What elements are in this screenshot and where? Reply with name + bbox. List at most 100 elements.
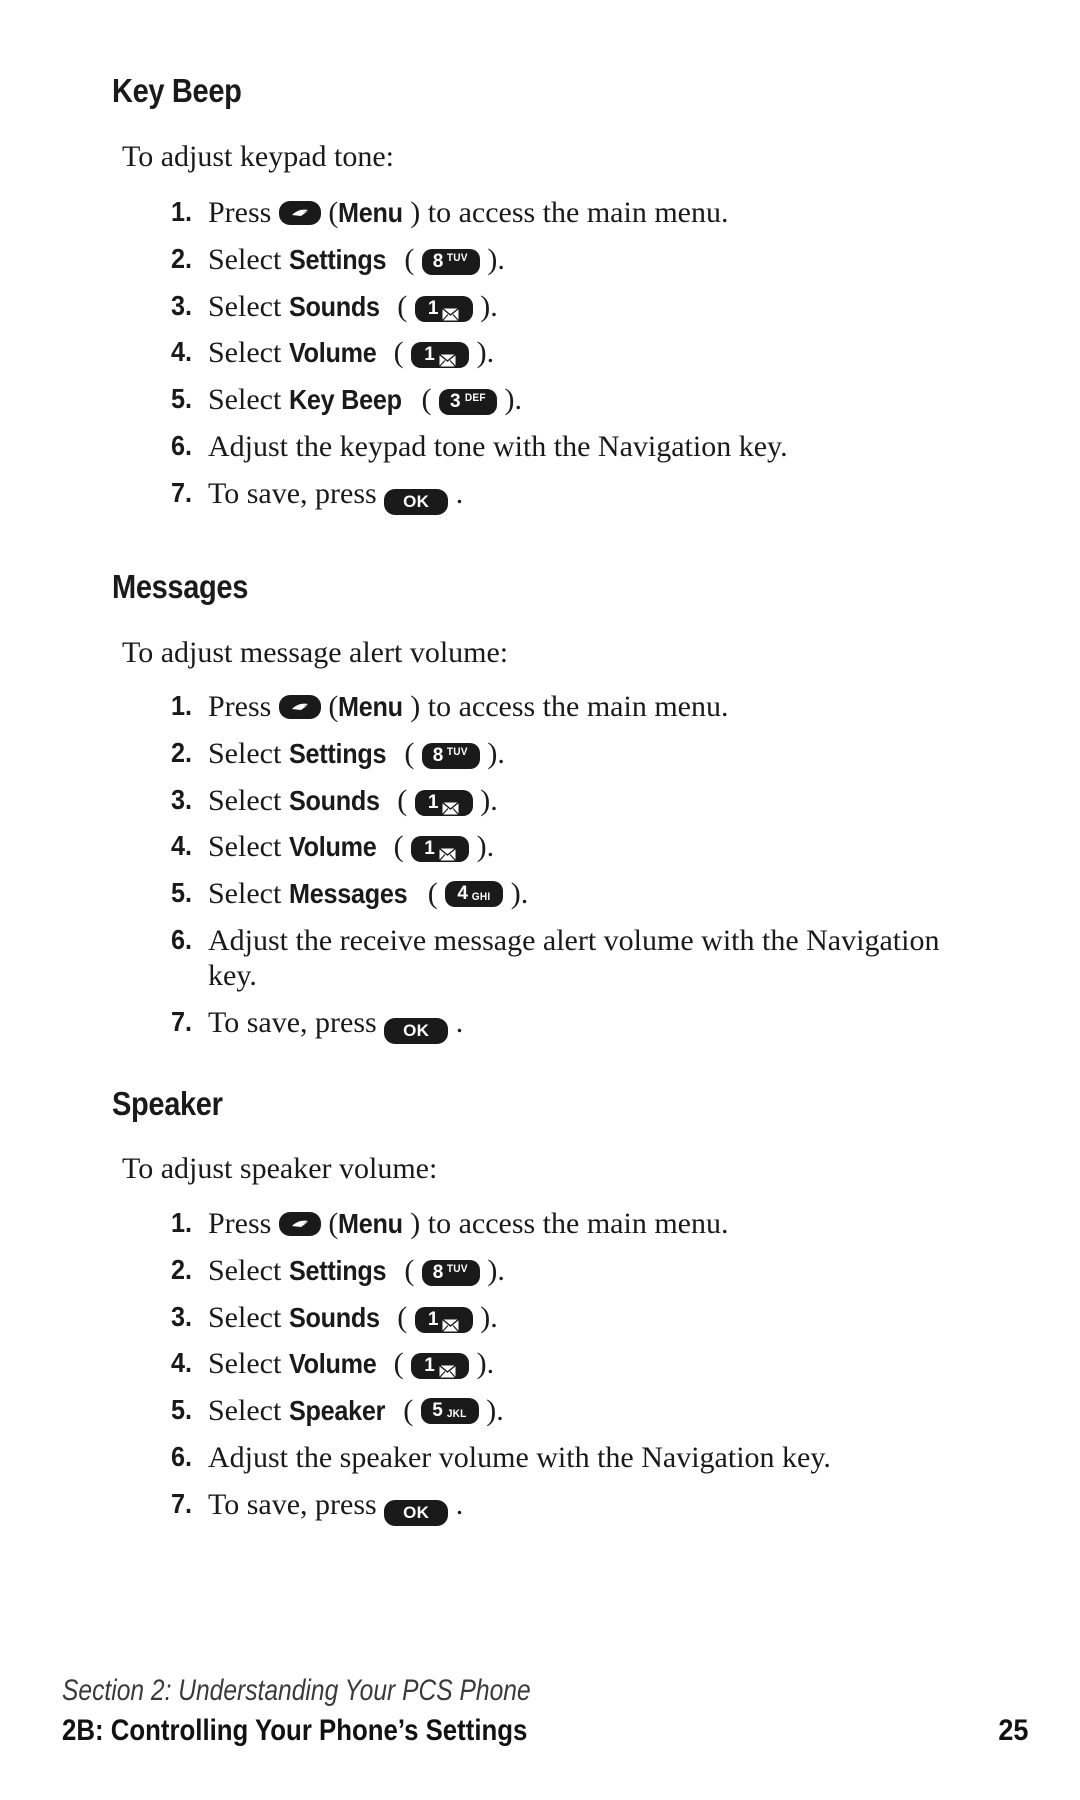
ok-key-icon: OK: [384, 488, 449, 515]
section-heading: Key Beep: [112, 72, 242, 109]
page-footer: Section 2: Understanding Your PCS Phone …: [62, 1674, 1028, 1748]
step-number: 5.: [170, 383, 192, 415]
section-heading: Messages: [112, 568, 249, 605]
paren-close: ): [472, 1300, 491, 1334]
step-text-post: .: [496, 1394, 504, 1428]
ok-key-icon: OK: [384, 1499, 449, 1526]
section-key-beep: Key Beep: [0, 72, 1080, 110]
list-item: 6. Adjust the receive message alert volu…: [150, 924, 968, 994]
paren-open: (: [386, 1347, 412, 1381]
ui-label: Menu: [338, 1208, 404, 1239]
envelope-icon: [438, 1365, 456, 1379]
paren-close: ): [472, 783, 491, 817]
step-text: Select Speaker ( 5 JKL ).: [208, 1394, 968, 1429]
ui-label: Sounds: [288, 784, 380, 816]
paren-close: ): [479, 1253, 498, 1287]
paren-open: (: [396, 242, 422, 276]
list-item: 2. Select Settings ( 8 TUV ).: [150, 243, 968, 278]
section-key-beep-steps: 1. Press (Menu) to access the main menu.…: [0, 196, 1080, 527]
menu-key-icon: [278, 695, 321, 719]
paren-close: ): [479, 736, 498, 770]
step-text-pre: To save, press: [208, 1487, 385, 1521]
step-number: 1.: [170, 690, 192, 721]
step-text: To save, press OK .: [208, 1488, 968, 1526]
step-text: Adjust the keypad tone with the Navigati…: [208, 429, 788, 463]
step-text-post: .: [448, 1005, 464, 1039]
menu-key-icon: [278, 1212, 321, 1236]
list-item: 3. Select Sounds ( 1 ).: [150, 784, 968, 819]
step-text: Select Key Beep ( 3 DEF ).: [208, 383, 968, 418]
section-speaker: Speaker: [0, 1085, 1080, 1123]
step-text-post: (Menu) to access the main menu.: [320, 196, 729, 229]
step-number: 1.: [170, 1207, 192, 1238]
list-item: 3. Select Sounds ( 1 ).: [150, 1301, 968, 1336]
step-text-pre: Select: [208, 1347, 289, 1381]
step-number: 5.: [170, 877, 192, 909]
step-text: Select Volume ( 1 ).: [208, 1347, 968, 1382]
envelope-icon: [442, 1318, 460, 1332]
step-text-pre: Select: [208, 830, 289, 864]
ui-label: Settings: [288, 243, 387, 275]
step-number: 6.: [170, 923, 192, 955]
section-intro: To adjust speaker volume:: [122, 1152, 438, 1185]
step-text-pre: To save, press: [208, 476, 385, 510]
step-text-pre: Select: [208, 877, 289, 911]
step-text: Press (Menu) to access the main menu.: [208, 1207, 968, 1242]
step-text: To save, press OK .: [208, 1006, 968, 1044]
step-text: Press (Menu) to access the main menu.: [208, 690, 968, 725]
step-text: Select Volume ( 1 ).: [208, 830, 968, 865]
paren-open: (: [395, 1394, 421, 1428]
key-8-tuv-icon: 8 TUV: [421, 1259, 480, 1286]
footer-section-title: Section 2: Understanding Your PCS Phone: [62, 1674, 531, 1707]
ok-key-icon: OK: [384, 1017, 449, 1044]
menu-key-icon: [278, 201, 321, 225]
paren-close: ): [478, 1394, 497, 1428]
section-intro: To adjust keypad tone:: [122, 140, 395, 173]
ui-label: Settings: [288, 737, 387, 769]
ui-label: Speaker: [288, 1395, 385, 1427]
step-text-post: .: [490, 783, 498, 817]
key-1-envelope-icon: 1: [411, 1353, 470, 1380]
section-messages-steps: 1. Press (Menu) to access the main menu.…: [0, 690, 1080, 1056]
step-number: 4.: [170, 1347, 192, 1379]
step-number: 4.: [170, 336, 192, 368]
key-1-envelope-icon: 1: [414, 789, 473, 816]
step-text: Select Sounds ( 1 ).: [208, 290, 968, 325]
step-text: Adjust the receive message alert volume …: [208, 923, 940, 992]
step-text-post: .: [448, 476, 464, 510]
step-text: Press (Menu) to access the main menu.: [208, 196, 968, 231]
paren-close: ): [497, 383, 515, 417]
step-list: 1. Press (Menu) to access the main menu.…: [150, 196, 1080, 515]
ui-label: Volume: [288, 831, 377, 863]
paren-open: (: [389, 1300, 415, 1334]
step-text-pre: To save, press: [208, 1005, 385, 1039]
step-number: 7.: [170, 1005, 192, 1037]
list-item: 4. Select Volume ( 1 ).: [150, 336, 968, 371]
key-1-envelope-icon: 1: [414, 1306, 473, 1333]
list-item: 3. Select Sounds ( 1 ).: [150, 290, 968, 325]
list-item: 7. To save, press OK .: [150, 1488, 968, 1526]
ui-label: Menu: [338, 197, 404, 228]
envelope-icon: [442, 307, 460, 321]
section-messages-intro: To adjust message alert volume:: [0, 636, 1080, 671]
step-text: To save, press OK .: [208, 477, 968, 515]
paren-close: ): [479, 242, 498, 276]
step-number: 2.: [170, 1253, 192, 1285]
step-text-pre: Select: [208, 242, 289, 276]
step-text-post: .: [490, 1300, 498, 1334]
step-text-post: .: [448, 1487, 464, 1521]
paren-close: ): [503, 877, 521, 911]
footer-chapter-title: 2B: Controlling Your Phone’s Settings: [62, 1714, 528, 1747]
step-number: 3.: [170, 1300, 192, 1332]
list-item: 1. Press (Menu) to access the main menu.: [150, 196, 968, 231]
paren-open: (: [386, 336, 412, 370]
key-8-tuv-icon: 8 TUV: [421, 742, 480, 769]
step-text-post: .: [497, 242, 505, 276]
paren-open: (: [396, 736, 422, 770]
step-number: 4.: [170, 830, 192, 862]
step-number: 3.: [170, 289, 192, 321]
section-heading: Speaker: [112, 1085, 223, 1122]
key-1-envelope-icon: 1: [411, 342, 470, 369]
step-number: 6.: [170, 1440, 192, 1472]
list-item: 7. To save, press OK .: [150, 477, 968, 515]
